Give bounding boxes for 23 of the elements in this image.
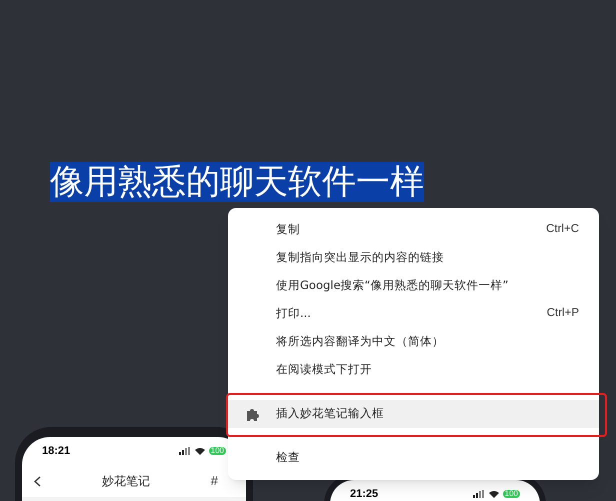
signal-icon — [178, 447, 191, 455]
app-title: 妙花笔记 — [102, 473, 150, 490]
status-time: 18:21 — [42, 444, 70, 459]
menu-item[interactable]: 插入妙花笔记输入框 — [228, 400, 599, 428]
menu-item[interactable]: 在阅读模式下打开 — [228, 356, 599, 384]
menu-item[interactable]: 使用Google搜索“像用熟悉的聊天软件一样” — [228, 272, 599, 300]
page-heading: 像用熟悉的聊天软件一样 — [50, 162, 424, 202]
tag-button[interactable]: # — [210, 471, 218, 491]
back-icon[interactable] — [34, 476, 41, 486]
menu-item[interactable]: 将所选内容翻译为中文（简体） — [228, 328, 599, 356]
battery-level: 100 — [502, 490, 520, 498]
shortcut-label: Ctrl+P — [546, 306, 579, 322]
puzzle-piece-icon — [246, 407, 260, 421]
signal-icon — [472, 490, 485, 498]
shortcut-label: Ctrl+C — [546, 222, 579, 238]
menu-item[interactable]: 复制 Ctrl+C — [228, 216, 599, 244]
wifi-icon — [488, 490, 499, 498]
status-time: 21:25 — [350, 486, 378, 501]
menu-item[interactable]: 检查 — [228, 444, 599, 472]
battery-level: 100 — [208, 447, 226, 455]
menu-item[interactable]: 打印... Ctrl+P — [228, 300, 599, 328]
wifi-icon — [194, 447, 205, 455]
menu-item[interactable]: 复制指向突出显示的内容的链接 — [228, 244, 599, 272]
